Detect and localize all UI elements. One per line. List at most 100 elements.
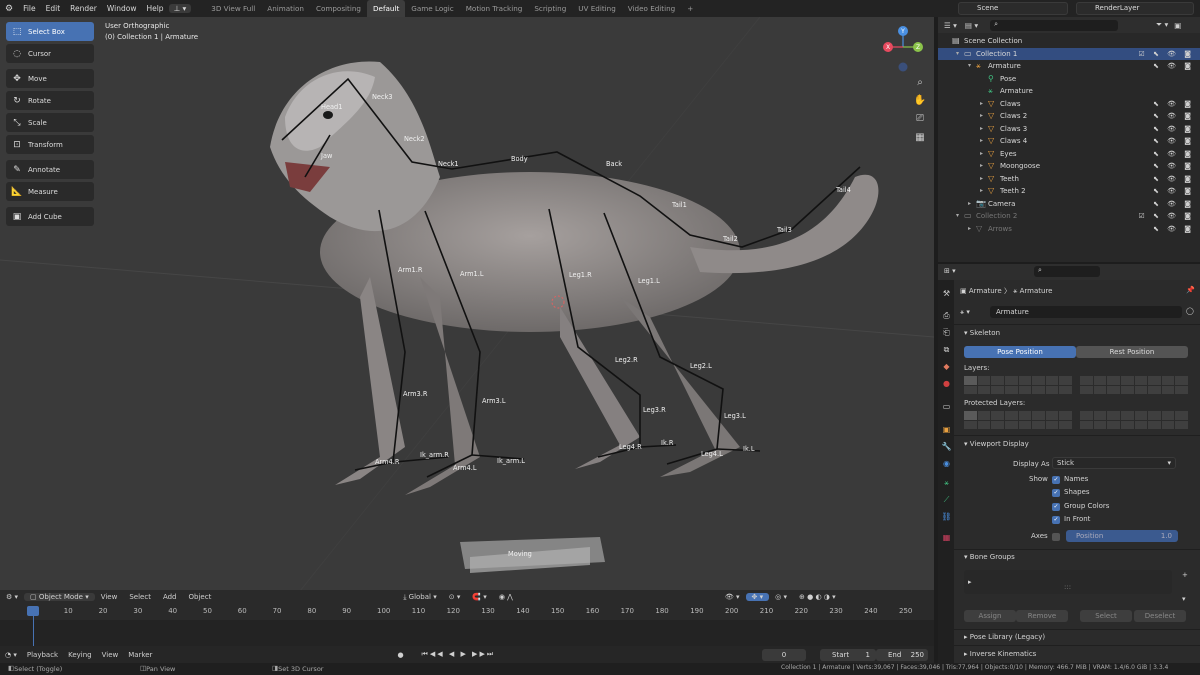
outliner-search-input[interactable]: ⌕ [990, 19, 1119, 31]
mode-selector[interactable]: ▢ Object Mode ▾ [24, 593, 95, 601]
menu-render[interactable]: Render [65, 4, 102, 13]
menu-object[interactable]: Object [183, 593, 218, 601]
tool-annotate[interactable]: ✎ Annotate [6, 160, 94, 179]
outliner[interactable]: ☰ ▾ ▤ ▾ ⌕ ⏷ ▾ ▣ ▤ Scene Collection ▾ ▭ Colle… [938, 17, 1200, 262]
in-front-checkbox[interactable]: ✓ [1052, 516, 1060, 524]
navigation-gizmo[interactable]: Y X Z [883, 26, 923, 72]
filter-icon[interactable]: ⏷ ▾ [1156, 20, 1168, 30]
skeleton-panel-header[interactable]: ▾ Skeleton [964, 329, 1000, 337]
view-layer-selector[interactable]: RenderLayer [1076, 2, 1194, 15]
visibility-toggles-icon[interactable]: ⬉ 👁 ◙ [1153, 110, 1194, 123]
editor-type-icon[interactable]: ⊥ ▾ [168, 4, 192, 13]
add-workspace-button[interactable]: + [681, 0, 699, 17]
tab-animation[interactable]: Animation [261, 0, 310, 17]
editor-type-icon[interactable]: ⚙ ▾ [0, 593, 24, 601]
menu-view[interactable]: View [97, 651, 124, 659]
tab-default[interactable]: Default [367, 0, 406, 17]
3d-viewport[interactable]: Y X Z ⬚ Select Box ◌ Cursor ✥ Move ↻ Rotate … [0, 17, 934, 591]
axes-position-slider[interactable]: Position 1.0 [1066, 530, 1178, 542]
rest-position-button[interactable]: Rest Position [1076, 346, 1188, 358]
tool-measure[interactable]: 📐 Measure [6, 182, 94, 201]
record-icon[interactable]: ● [392, 651, 408, 659]
tab-3d-view-full[interactable]: 3D View Full [205, 0, 261, 17]
bone-group-menu-icon[interactable]: ▾ [1182, 595, 1186, 603]
layers-grid-left[interactable] [964, 376, 1072, 394]
view-layer-tab-icon[interactable]: ⧉ [941, 344, 952, 355]
texture-tab-icon[interactable]: ▦ [941, 532, 952, 543]
visibility-toggles-icon[interactable]: ⬉ 👁 ◙ [1153, 160, 1194, 173]
visibility-toggles-icon[interactable]: ⬉ 👁 ◙ [1153, 148, 1194, 161]
editor-type-icon[interactable]: ⊞ ▾ [944, 267, 956, 275]
outliner-row[interactable]: ▸ ▽ Moongoose ⬉ 👁 ◙ [938, 160, 1200, 173]
current-frame-field[interactable]: 0 [762, 649, 806, 661]
blender-logo-icon[interactable]: ⚙ [0, 4, 18, 14]
outliner-row[interactable]: ▸ ▽ Teeth 2 ⬉ 👁 ◙ [938, 185, 1200, 198]
expand-toggle-icon[interactable]: ▾ [968, 60, 971, 73]
pivot-icon[interactable]: ⊙ ▾ [443, 593, 467, 601]
expand-toggle-icon[interactable]: ▸ [980, 123, 983, 136]
outliner-row[interactable]: ▤ Scene Collection [938, 35, 1200, 48]
tool-select-box[interactable]: ⬚ Select Box [6, 22, 94, 41]
deselect-button[interactable]: Deselect [1134, 610, 1186, 622]
tool-rotate[interactable]: ↻ Rotate [6, 91, 94, 110]
properties-search-input[interactable]: ⌕ [1034, 266, 1100, 277]
outliner-row[interactable]: ⚹ Armature [938, 85, 1200, 98]
proportional-edit-icon[interactable]: ◉ ⋀ [493, 593, 519, 601]
menu-playback[interactable]: Playback [22, 651, 63, 659]
expand-toggle-icon[interactable]: ▸ [980, 173, 983, 186]
tool-add-cube[interactable]: ▣ Add Cube [6, 207, 94, 226]
menu-select[interactable]: Select [123, 593, 157, 601]
visibility-toggles-icon[interactable]: ⬉ 👁 ◙ [1153, 185, 1194, 198]
outliner-row[interactable]: ▸ 📷 Camera ⬉ 👁 ◙ [938, 198, 1200, 211]
display-mode-icon[interactable]: ▤ ▾ [965, 21, 978, 30]
timeline[interactable]: 0102030405060708090100110120130140150160… [0, 604, 934, 646]
menu-keying[interactable]: Keying [63, 651, 97, 659]
tool-move[interactable]: ✥ Move [6, 69, 94, 88]
visibility-toggles-icon[interactable]: ⬉ 👁 ◙ [1153, 223, 1194, 236]
outliner-row[interactable]: ▸ ▽ Claws ⬉ 👁 ◙ [938, 98, 1200, 111]
current-frame-indicator[interactable] [27, 606, 39, 616]
add-bone-group-icon[interactable]: + [1182, 571, 1188, 579]
expand-toggle-icon[interactable]: ▸ [980, 110, 983, 123]
menu-marker[interactable]: Marker [123, 651, 157, 659]
editor-type-icon[interactable]: ☰ ▾ [944, 21, 957, 30]
constraint-tab-icon[interactable]: ⛓ [941, 511, 952, 522]
overlay-toggle-icon[interactable]: ◎ ▾ [769, 593, 793, 601]
tab-uv-editing[interactable]: UV Editing [572, 0, 622, 17]
visibility-toggles-icon[interactable]: ☑ ⬉ 👁 ◙ [1139, 48, 1195, 61]
expand-toggle-icon[interactable]: ▸ [980, 160, 983, 173]
snap-icon[interactable]: 🧲 ▾ [466, 593, 492, 601]
visibility-toggles-icon[interactable]: ⬉ 👁 ◙ [1153, 198, 1194, 211]
outliner-row[interactable]: ▸ ▽ Claws 2 ⬉ 👁 ◙ [938, 110, 1200, 123]
names-checkbox[interactable]: ✓ [1052, 476, 1060, 484]
outliner-row[interactable]: ▸ ▽ Teeth ⬉ 👁 ◙ [938, 173, 1200, 186]
expand-toggle-icon[interactable]: ▸ [980, 185, 983, 198]
shading-modes-icon[interactable]: ⊕ ● ◐ ◑ ▾ [793, 593, 842, 601]
physics-tab-icon[interactable]: ◉ [941, 458, 952, 469]
bone-tab-icon[interactable]: ⟋ [941, 494, 952, 505]
viewport-display-panel-header[interactable]: ▾ Viewport Display [964, 440, 1029, 448]
collection-tab-icon[interactable]: ▭ [941, 401, 952, 412]
tab-video-editing[interactable]: Video Editing [622, 0, 681, 17]
protected-layers-grid-right[interactable] [1080, 411, 1188, 429]
editor-type-icon[interactable]: ◔ ▾ [0, 651, 22, 659]
start-frame-field[interactable]: Start 1 [820, 649, 876, 661]
world-tab-icon[interactable]: ● [941, 378, 952, 389]
tab-compositing[interactable]: Compositing [310, 0, 367, 17]
select-button[interactable]: Select [1080, 610, 1132, 622]
outliner-row[interactable]: ▸ ▽ Eyes ⬉ 👁 ◙ [938, 148, 1200, 161]
zoom-icon[interactable]: ⌕ [912, 75, 928, 91]
menu-help[interactable]: Help [141, 4, 168, 13]
fake-user-icon[interactable]: ◯ [1186, 307, 1194, 315]
expand-toggle-icon[interactable]: ▸ [980, 148, 983, 161]
tool-tab-icon[interactable]: ⚒ [941, 288, 952, 299]
pose-library-panel-header[interactable]: ▸ Pose Library (Legacy) [964, 633, 1045, 641]
new-collection-icon[interactable]: ▣ [1174, 21, 1181, 30]
properties-editor[interactable]: ⊞ ▾ ⌕ ⚒ ⎙ ⎗ ⧉ ◆ ● ▭ ▣ 🔧 ◉ ⚹ ⟋ ⛓ ▦ ▣ Arma… [938, 264, 1200, 663]
visibility-toggles-icon[interactable]: ⬉ 👁 ◙ [1153, 135, 1194, 148]
pose-position-button[interactable]: Pose Position [964, 346, 1076, 358]
assign-button[interactable]: Assign [964, 610, 1016, 622]
camera-view-icon[interactable]: ⎚ [912, 111, 928, 127]
shapes-checkbox[interactable]: ✓ [1052, 489, 1060, 497]
viewport-canvas[interactable]: Y X Z [0, 17, 934, 591]
